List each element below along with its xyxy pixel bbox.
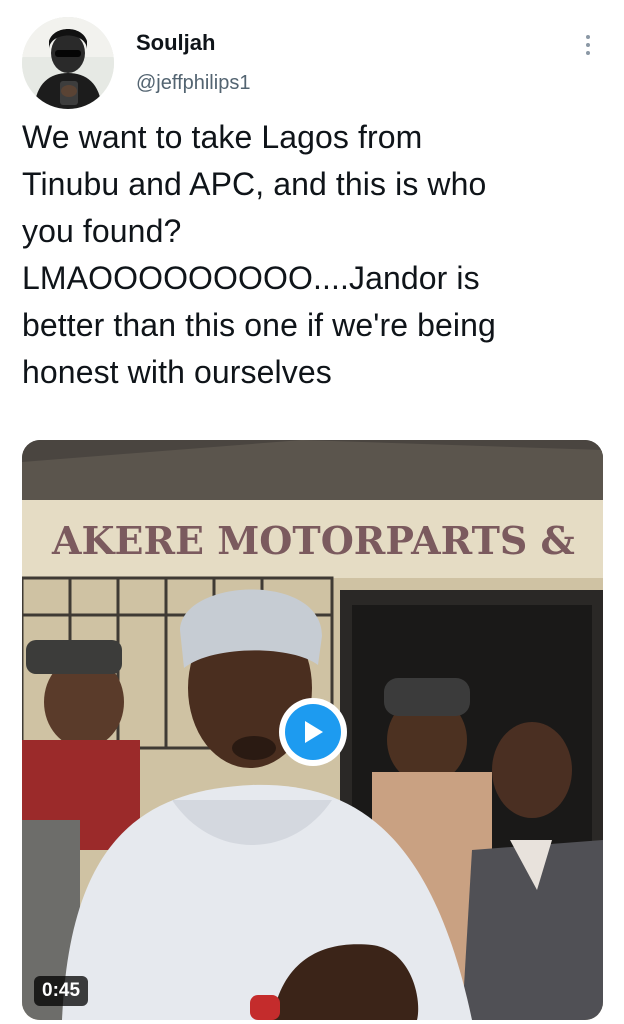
- avatar[interactable]: [22, 17, 114, 109]
- shop-sign-text: AKERE MOTORPARTS &: [51, 518, 575, 563]
- play-triangle: [305, 721, 323, 743]
- author-handle[interactable]: @jeffphilips1: [136, 72, 250, 95]
- more-dot: [586, 35, 590, 39]
- more-vertical-icon[interactable]: [576, 30, 600, 60]
- play-icon: [285, 704, 341, 760]
- play-button[interactable]: [279, 698, 347, 766]
- video-duration-badge: 0:45: [34, 976, 89, 1006]
- more-dot: [586, 51, 590, 55]
- video-player[interactable]: AKERE MOTORPARTS & 0:45: [22, 440, 603, 1020]
- author-display-name[interactable]: Souljah: [136, 30, 215, 56]
- more-dot: [586, 43, 590, 47]
- tweet-text: We want to take Lagos from Tinubu and AP…: [22, 119, 496, 390]
- avatar-image: [22, 17, 114, 109]
